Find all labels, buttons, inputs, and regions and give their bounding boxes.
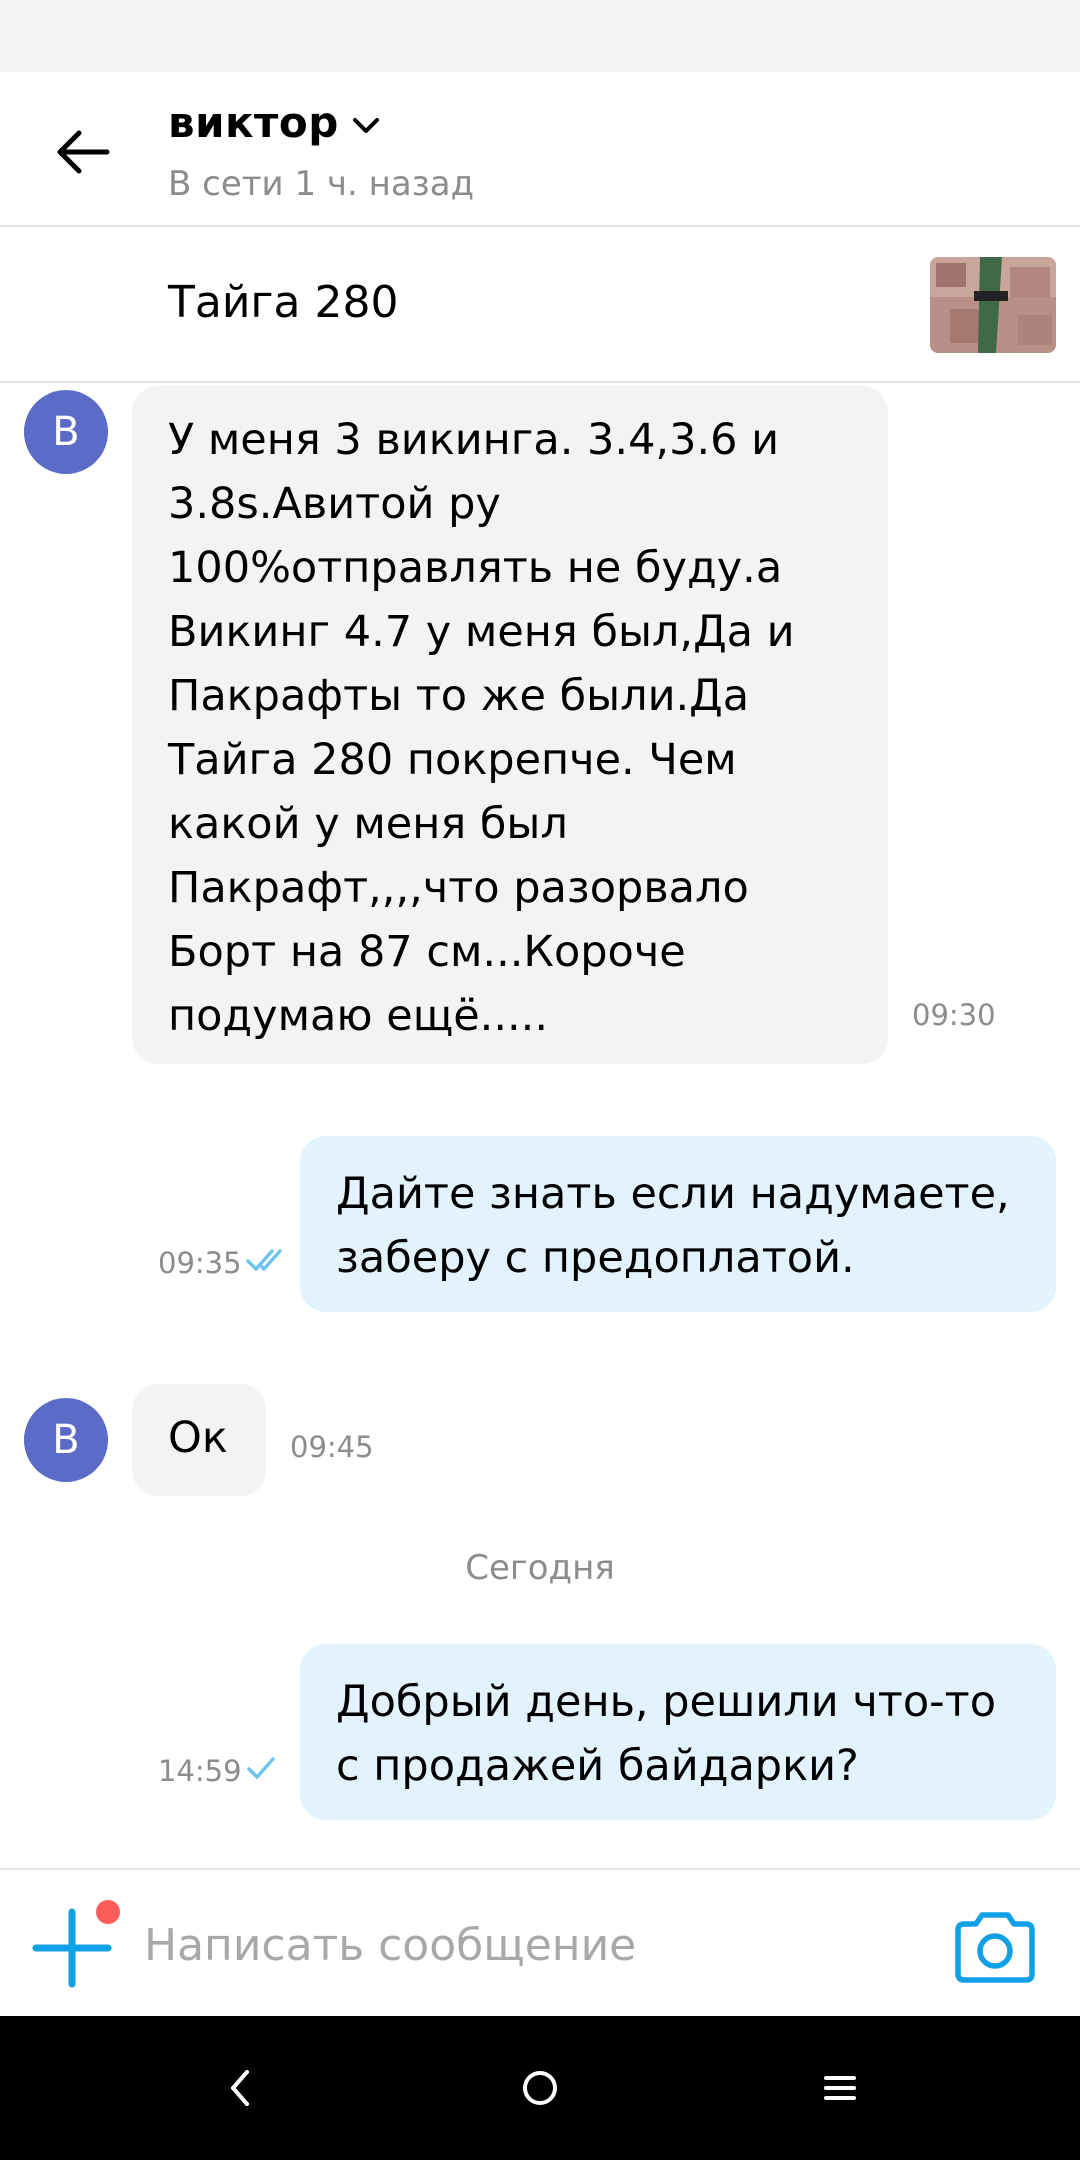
nav-back-button[interactable] bbox=[208, 2056, 272, 2120]
back-arrow-icon bbox=[57, 130, 110, 174]
system-navigation-bar bbox=[0, 2016, 1080, 2160]
sender-avatar[interactable]: В bbox=[24, 390, 108, 474]
message-text: Добрый день, решили что-то с продажей ба… bbox=[336, 1677, 997, 1791]
message-time: 09:35 bbox=[158, 1246, 242, 1280]
incoming-message-bubble[interactable]: Ок bbox=[132, 1384, 266, 1496]
back-button[interactable] bbox=[40, 116, 126, 188]
message-composer bbox=[0, 1868, 1080, 2016]
day-separator: Сегодня bbox=[465, 1548, 615, 1588]
nav-menu-button[interactable] bbox=[808, 2056, 872, 2120]
chat-header: виктор В сети 1 ч. назад bbox=[0, 72, 1080, 227]
message-text: У меня 3 викинга. 3.4,3.6 и 3.8s.Авитой … bbox=[168, 415, 795, 1041]
nav-back-icon bbox=[231, 2070, 249, 2106]
sender-avatar[interactable]: В bbox=[24, 1398, 108, 1482]
contact-name: виктор bbox=[168, 98, 339, 147]
last-seen-status: В сети 1 ч. назад bbox=[168, 164, 475, 204]
nav-menu-icon bbox=[824, 2076, 856, 2100]
status-bar bbox=[0, 0, 1080, 72]
message-time: 09:45 bbox=[290, 1430, 374, 1464]
nav-home-button[interactable] bbox=[508, 2056, 572, 2120]
message-time: 09:30 bbox=[912, 998, 996, 1032]
check-icon bbox=[247, 1757, 275, 1779]
message-time: 14:59 bbox=[158, 1754, 242, 1788]
listing-preview[interactable]: Тайга 280 bbox=[0, 227, 1080, 383]
listing-thumbnail bbox=[930, 257, 1056, 353]
nav-home-icon bbox=[523, 2071, 557, 2105]
message-text: Ок bbox=[168, 1413, 228, 1463]
outgoing-message-bubble[interactable]: Добрый день, решили что-то с продажей ба… bbox=[300, 1644, 1056, 1820]
camera-icon[interactable] bbox=[952, 1910, 1038, 1984]
listing-title: Тайга 280 bbox=[168, 277, 399, 328]
incoming-message-bubble[interactable]: У меня 3 викинга. 3.4,3.6 и 3.8s.Авитой … bbox=[132, 386, 888, 1064]
double-check-icon bbox=[246, 1249, 282, 1271]
chevron-down-icon bbox=[352, 117, 379, 133]
message-text: Дайте знать если надумаете, заберу с пре… bbox=[336, 1169, 1010, 1283]
message-input[interactable] bbox=[144, 1910, 924, 1980]
outgoing-message-bubble[interactable]: Дайте знать если надумаете, заберу с пре… bbox=[300, 1136, 1056, 1312]
contact-name-toggle[interactable]: виктор bbox=[168, 98, 383, 147]
notification-dot bbox=[96, 1900, 120, 1924]
